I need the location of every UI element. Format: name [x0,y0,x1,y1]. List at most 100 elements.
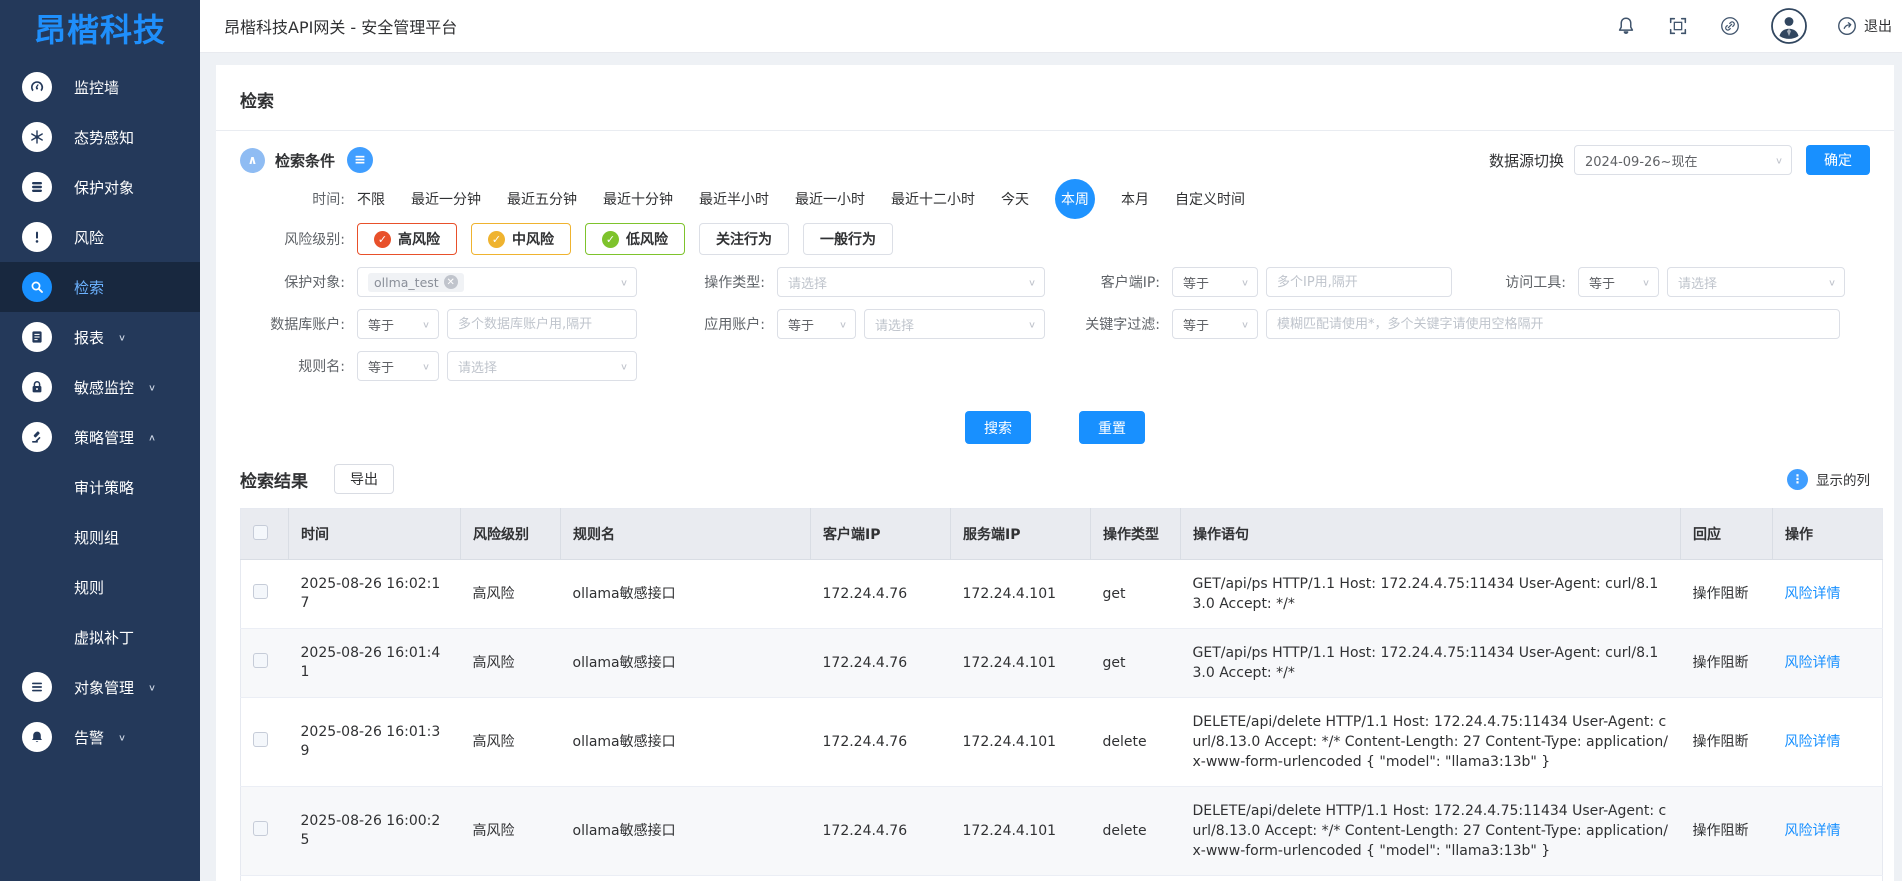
brand-logo: 昂楷科技 [0,0,200,56]
client-ip-input[interactable] [1266,267,1452,297]
risk-level-label: 风险级别: [240,229,357,249]
sidebar-subitem-audit-policy[interactable]: 审计策略 [0,462,200,512]
sidebar-item-protected-objects[interactable]: 保护对象 [0,162,200,212]
chevron-down-icon: ∨ [422,361,430,371]
chevron-down-icon: ∨ [620,361,628,371]
collapse-chevron-up-icon[interactable]: ∧ [240,148,265,173]
search-button[interactable]: 搜索 [965,411,1031,444]
sidebar-item-policy-management[interactable]: 策略管理 ∧ [0,412,200,462]
sidebar-item-object-management[interactable]: 对象管理 ∨ [0,662,200,712]
time-option[interactable]: 最近五分钟 [507,189,577,209]
risk-filter-button[interactable]: ✓ 低风险 [585,223,685,255]
cell-risk-level: 高风险 [461,560,561,629]
sidebar-item-sensitive-monitor[interactable]: 敏感监控 ∨ [0,362,200,412]
row-checkbox[interactable] [253,732,268,747]
time-option[interactable]: 最近十二小时 [891,189,975,209]
datasource-label: 数据源切换 [1489,150,1564,171]
row-checkbox[interactable] [253,584,268,599]
select-all-checkbox[interactable] [253,525,268,540]
db-account-operator-select[interactable]: 等于 ∨ [357,309,439,339]
sidebar-item-situation-awareness[interactable]: 态势感知 [0,112,200,162]
keyword-input[interactable] [1266,309,1840,339]
tag-close-icon[interactable]: ✕ [444,275,458,289]
datasource-select[interactable]: 2024-09-26~现在 ∨ [1574,145,1792,175]
keyword-filter-label: 关键字过滤: [1045,314,1172,334]
logout-button[interactable]: 退出 [1836,15,1892,37]
time-option[interactable]: 不限 [357,189,385,209]
cell-rule-name: ollama敏感接口 [561,629,811,698]
policy-icon [22,422,52,452]
access-tool-select[interactable]: 请选择 ∨ [1667,267,1845,297]
time-option[interactable]: 本周 [1055,179,1095,219]
cell-time: 2025-08-26 16:01:41 [289,629,461,698]
sidebar-item-alerts[interactable]: 告警 ∨ [0,712,200,762]
time-option[interactable]: 最近十分钟 [603,189,673,209]
sidebar-subitem-rule-group[interactable]: 规则组 [0,512,200,562]
confirm-button[interactable]: 确定 [1806,145,1870,175]
risk-filter-button[interactable]: ✓ 关注行为 [699,223,789,255]
column-settings-label: 显示的列 [1816,469,1870,489]
risk-detail-link[interactable]: 风险详情 [1785,734,1841,750]
sidebar-item-risk[interactable]: 风险 [0,212,200,262]
db-account-input[interactable] [447,309,637,339]
sidebar-item-reports[interactable]: 报表 ∨ [0,312,200,362]
time-option[interactable]: 最近一小时 [795,189,865,209]
column-settings-toggle[interactable]: ⋮ 显示的列 [1787,469,1870,490]
operator-value: 等于 [368,315,394,334]
cell-response: 操作阻断 [1681,560,1773,629]
row-checkbox[interactable] [253,653,268,668]
row-checkbox[interactable] [253,821,268,836]
sidebar-item-label: 报表 [74,327,104,348]
table-row: 2025-08-26 16:02:17 高风险 ollama敏感接口 172.2… [241,560,1883,629]
link-icon[interactable] [1718,14,1742,38]
time-option[interactable]: 最近半小时 [699,189,769,209]
cell-risk-level: 高风险 [461,698,561,787]
cell-op-type: get [1091,560,1181,629]
cell-statement: GET/api/tags HTTP/1.1 Host: 172.24.4.75:… [1181,876,1681,881]
risk-detail-link[interactable]: 风险详情 [1785,655,1841,671]
access-tool-operator-select[interactable]: 等于 ∨ [1578,267,1659,297]
sidebar-item-label: 告警 [74,727,104,748]
risk-detail-link[interactable]: 风险详情 [1785,823,1841,839]
notification-bell-icon[interactable] [1614,14,1638,38]
chevron-down-icon: ∨ [1241,319,1249,329]
protect-object-select[interactable]: ollma_test ✕ ∨ [357,267,637,297]
fullscreen-icon[interactable] [1666,14,1690,38]
page-title: 检索 [216,65,1894,131]
access-tool-label: 访问工具: [1452,272,1578,292]
risk-filter-label: 低风险 [626,229,668,249]
filter-menu-icon[interactable]: ≡ [347,147,373,173]
client-ip-operator-select[interactable]: 等于 ∨ [1172,267,1258,297]
sidebar-item-label: 对象管理 [74,677,134,698]
database-icon [22,172,52,202]
time-option[interactable]: 本月 [1121,189,1149,209]
chevron-down-icon: ∨ [1775,155,1783,165]
time-option[interactable]: 今天 [1001,189,1029,209]
chevron-down-icon: ∨ [1828,277,1836,287]
reset-button[interactable]: 重置 [1079,411,1145,444]
sidebar-subitem-virtual-patch[interactable]: 虚拟补丁 [0,612,200,662]
risk-filter-button[interactable]: ✓ 中风险 [471,223,571,255]
app-account-select[interactable]: 请选择 ∨ [864,309,1045,339]
risk-filter-button[interactable]: ✓ 一般行为 [803,223,893,255]
app-account-operator-select[interactable]: 等于 ∨ [777,309,856,339]
time-option[interactable]: 自定义时间 [1175,189,1245,209]
select-placeholder: 请选择 [875,315,914,334]
export-button[interactable]: 导出 [334,464,394,494]
rule-name-select[interactable]: 请选择 ∨ [447,351,637,381]
risk-detail-link[interactable]: 风险详情 [1785,586,1841,602]
col-header-time: 时间 [289,509,461,560]
sidebar-item-search[interactable]: 检索 [0,262,200,312]
col-header-op-type: 操作类型 [1091,509,1181,560]
op-type-select[interactable]: 请选择 ∨ [777,267,1045,297]
keyword-operator-select[interactable]: 等于 ∨ [1172,309,1258,339]
time-option[interactable]: 最近一分钟 [411,189,481,209]
cell-server-ip: 172.24.4.101 [951,698,1091,787]
rule-name-operator-select[interactable]: 等于 ∨ [357,351,439,381]
sidebar-item-monitor-wall[interactable]: 监控墙 [0,62,200,112]
cell-time: 2025-08-26 16:01:39 [289,698,461,787]
user-avatar[interactable] [1770,7,1808,45]
op-type-label: 操作类型: [637,272,777,292]
sidebar-subitem-rule[interactable]: 规则 [0,562,200,612]
risk-filter-button[interactable]: ✓ 高风险 [357,223,457,255]
